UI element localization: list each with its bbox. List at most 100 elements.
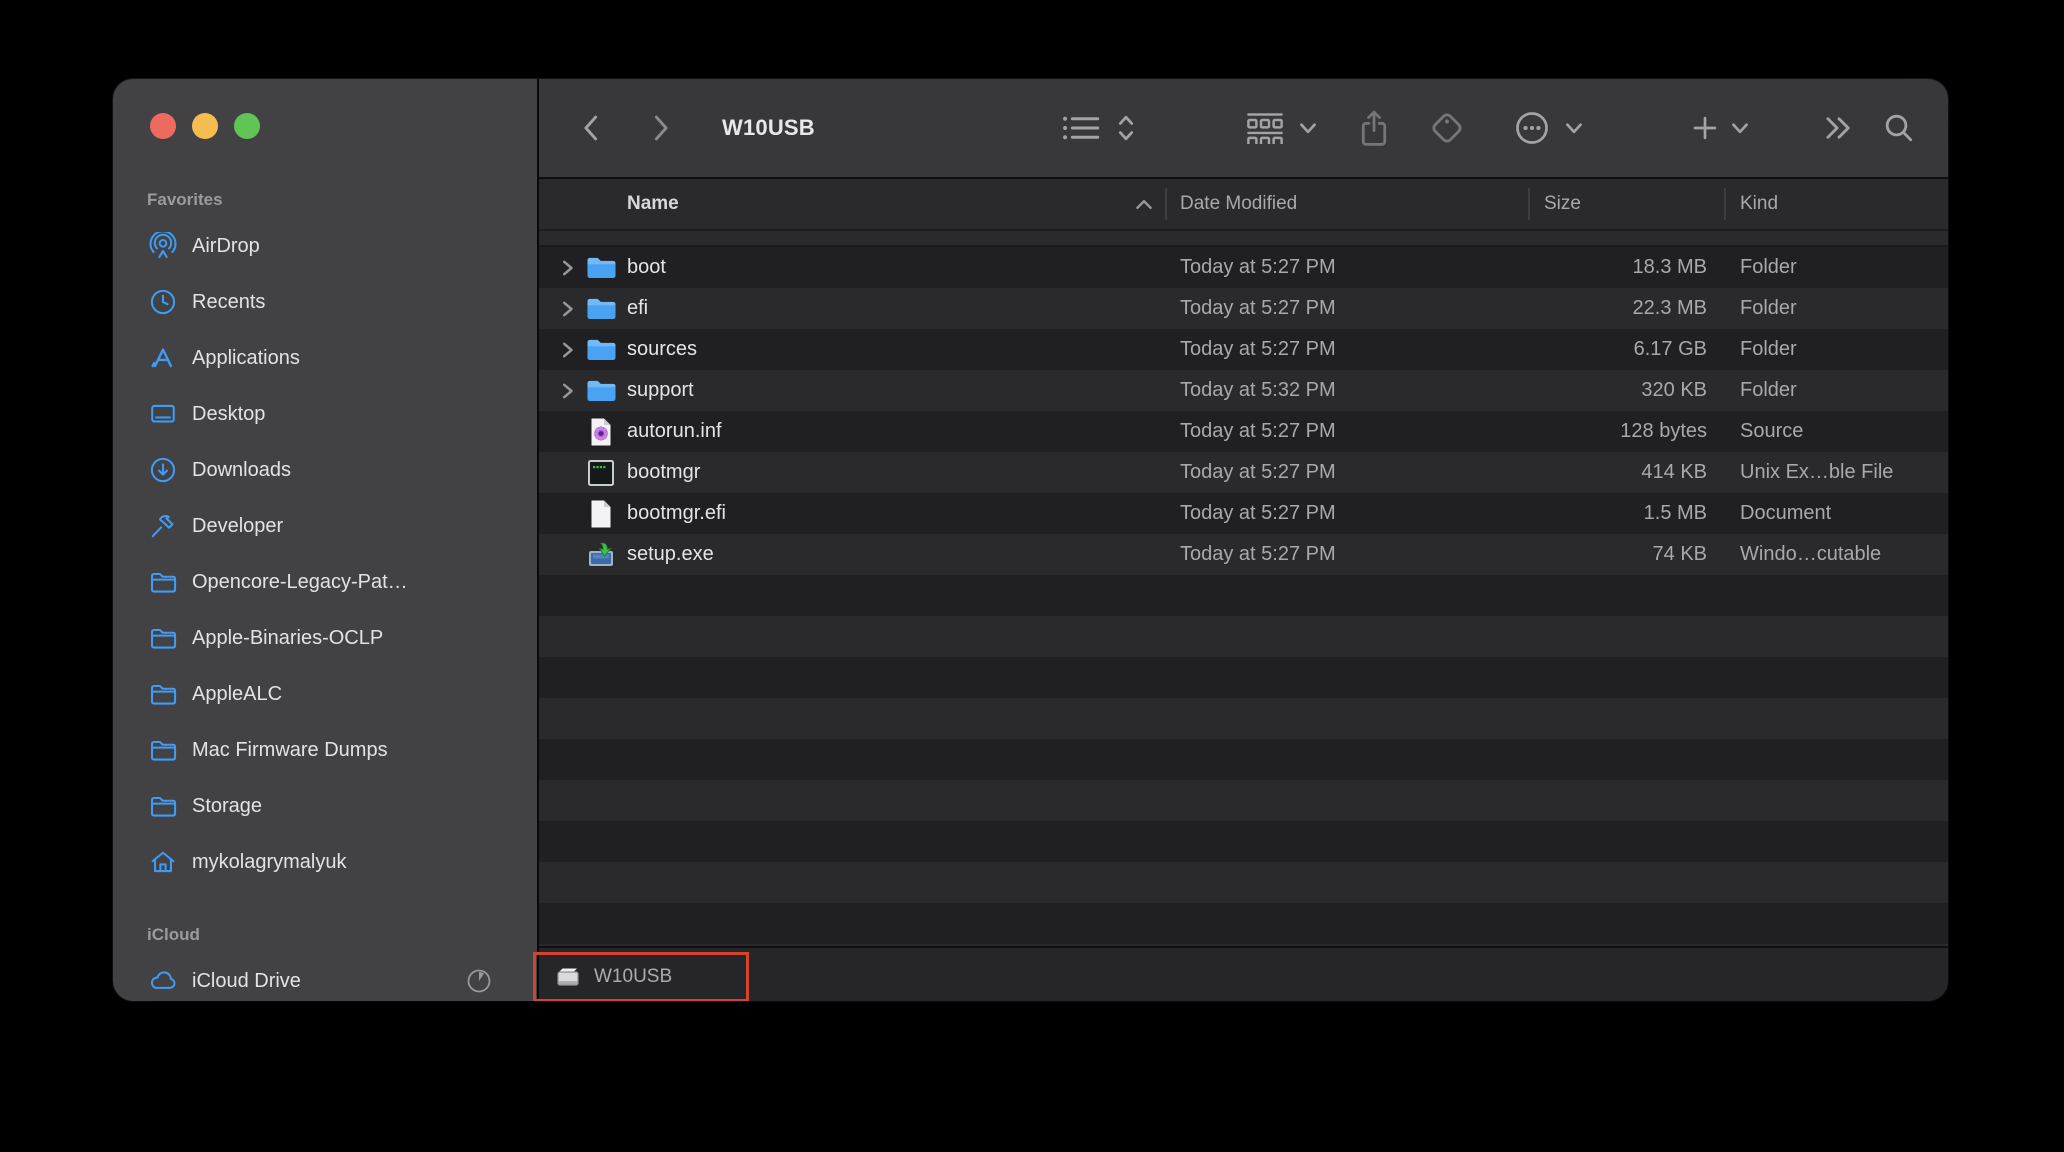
finder-window: Favorites AirDrop Recents Applications D… <box>113 79 1948 1001</box>
sidebar-item-desktop[interactable]: Desktop <box>113 386 537 442</box>
search-icon[interactable] <box>1883 112 1915 144</box>
sidebar-item-storage[interactable]: Storage <box>113 778 537 834</box>
sync-progress-indicator <box>466 968 492 994</box>
list-view-icon[interactable] <box>1061 113 1101 143</box>
sidebar-item-label: Apple-Binaries-OCLP <box>192 626 384 649</box>
share-icon[interactable] <box>1357 108 1391 148</box>
file-kind: Folder <box>1740 256 1797 278</box>
column-divider[interactable] <box>1528 188 1530 220</box>
list-header: Name Date Modified Size Kind <box>539 179 1948 247</box>
file-size: 128 bytes <box>1620 420 1707 442</box>
chevron-down-icon[interactable] <box>1297 120 1319 136</box>
sidebar-item-icloud-drive[interactable]: iCloud Drive <box>113 953 537 1001</box>
file-size: 6.17 GB <box>1633 338 1707 360</box>
disclosure-chevron-icon[interactable] <box>559 370 575 411</box>
sidebar-item-recents[interactable]: Recents <box>113 274 537 330</box>
file-date: Today at 5:27 PM <box>1180 461 1336 483</box>
file-name: setup.exe <box>627 543 714 565</box>
chevron-down-icon[interactable] <box>1563 120 1585 136</box>
path-item-label: W10USB <box>594 966 673 987</box>
disclosure-chevron-icon[interactable] <box>559 288 575 329</box>
table-row[interactable]: sources Today at 5:27 PM 6.17 GB Folder <box>539 329 1948 370</box>
chevron-down-icon[interactable] <box>1729 120 1751 136</box>
file-name: bootmgr.efi <box>627 502 726 524</box>
desktop-background: Favorites AirDrop Recents Applications D… <box>0 0 2064 1152</box>
file-date: Today at 5:27 PM <box>1180 543 1336 565</box>
group-view-icon[interactable] <box>1245 112 1285 144</box>
zoom-window-button[interactable] <box>234 113 260 139</box>
folder-icon <box>147 678 179 710</box>
sidebar-item-mac-firmware-dumps[interactable]: Mac Firmware Dumps <box>113 722 537 778</box>
more-actions-icon[interactable] <box>1514 110 1550 146</box>
sidebar-item-label: Recents <box>192 290 266 313</box>
disk-icon <box>554 964 582 990</box>
source-document-icon <box>585 411 617 452</box>
sidebar-item-applications[interactable]: Applications <box>113 330 537 386</box>
sidebar-item-label: AppleALC <box>192 682 283 705</box>
folder-icon <box>585 329 617 370</box>
document-icon <box>585 493 617 534</box>
column-header-kind[interactable]: Kind <box>1740 179 1778 229</box>
table-row[interactable]: support Today at 5:32 PM 320 KB Folder <box>539 370 1948 411</box>
tag-icon[interactable] <box>1427 108 1467 148</box>
file-name: autorun.inf <box>627 420 722 442</box>
sidebar-item-apple-binaries-oclp[interactable]: Apple-Binaries-OCLP <box>113 610 537 666</box>
sidebar-item-airdrop[interactable]: AirDrop <box>113 218 537 274</box>
file-kind: Windo…cutable <box>1740 543 1882 565</box>
desktop-icon <box>147 398 179 430</box>
home-icon <box>147 846 179 878</box>
path-item-w10usb[interactable]: W10USB <box>533 952 749 1001</box>
file-name: bootmgr <box>627 461 701 483</box>
file-name: efi <box>627 297 649 319</box>
file-size: 18.3 MB <box>1632 256 1707 278</box>
file-date: Today at 5:27 PM <box>1180 502 1336 524</box>
minimize-window-button[interactable] <box>192 113 218 139</box>
file-kind: Source <box>1740 420 1804 442</box>
disclosure-chevron-icon[interactable] <box>559 247 575 288</box>
window-controls <box>150 113 260 139</box>
file-date: Today at 5:27 PM <box>1180 338 1336 360</box>
table-row[interactable]: bootmgr Today at 5:27 PM 414 KB Unix Ex…… <box>539 452 1948 493</box>
sidebar-item-label: Mac Firmware Dumps <box>192 738 388 761</box>
file-date: Today at 5:27 PM <box>1180 256 1336 278</box>
file-list: boot Today at 5:27 PM 18.3 MB Folder efi… <box>539 247 1948 946</box>
table-row[interactable]: setup.exe Today at 5:27 PM 74 KB Windo…c… <box>539 534 1948 575</box>
file-size: 74 KB <box>1652 543 1707 565</box>
sidebar-item-applealc[interactable]: AppleALC <box>113 666 537 722</box>
file-name: support <box>627 379 694 401</box>
toolbar-overflow-icon[interactable] <box>1823 113 1855 143</box>
sidebar-item-developer[interactable]: Developer <box>113 498 537 554</box>
column-divider[interactable] <box>1165 188 1167 220</box>
column-divider[interactable] <box>1724 188 1726 220</box>
table-row[interactable]: autorun.inf Today at 5:27 PM 128 bytes S… <box>539 411 1948 452</box>
sidebar-item-label: Storage <box>192 794 263 817</box>
sidebar-item-opencore-legacy-patcher[interactable]: Opencore-Legacy-Pat… <box>113 554 537 610</box>
file-kind: Unix Ex…ble File <box>1740 461 1894 483</box>
new-folder-plus-icon[interactable] <box>1691 114 1719 142</box>
cloud-icon <box>147 965 179 997</box>
column-header-name[interactable]: Name <box>627 179 679 229</box>
column-header-date-modified[interactable]: Date Modified <box>1180 179 1297 229</box>
forward-button[interactable] <box>645 111 675 145</box>
clock-icon <box>147 286 179 318</box>
column-header-size[interactable]: Size <box>1544 179 1581 229</box>
sidebar-item-home[interactable]: mykolagrymalyuk <box>113 834 537 890</box>
file-size: 1.5 MB <box>1643 502 1707 524</box>
file-name: boot <box>627 256 666 278</box>
table-row[interactable]: bootmgr.efi Today at 5:27 PM 1.5 MB Docu… <box>539 493 1948 534</box>
table-row[interactable]: efi Today at 5:27 PM 22.3 MB Folder <box>539 288 1948 329</box>
folder-icon <box>147 622 179 654</box>
sidebar-list: Favorites AirDrop Recents Applications D… <box>113 188 537 1001</box>
unix-executable-icon <box>585 452 617 493</box>
window-title: W10USB <box>722 115 815 140</box>
back-button[interactable] <box>577 111 607 145</box>
sidebar-item-label: Desktop <box>192 402 266 425</box>
close-window-button[interactable] <box>150 113 176 139</box>
sidebar-section-favorites: Favorites <box>147 190 223 209</box>
file-kind: Folder <box>1740 379 1797 401</box>
sidebar-item-downloads[interactable]: Downloads <box>113 442 537 498</box>
table-row[interactable]: boot Today at 5:27 PM 18.3 MB Folder <box>539 247 1948 288</box>
view-sort-chevrons-icon[interactable] <box>1115 112 1137 144</box>
disclosure-chevron-icon[interactable] <box>559 329 575 370</box>
folder-icon <box>585 370 617 411</box>
